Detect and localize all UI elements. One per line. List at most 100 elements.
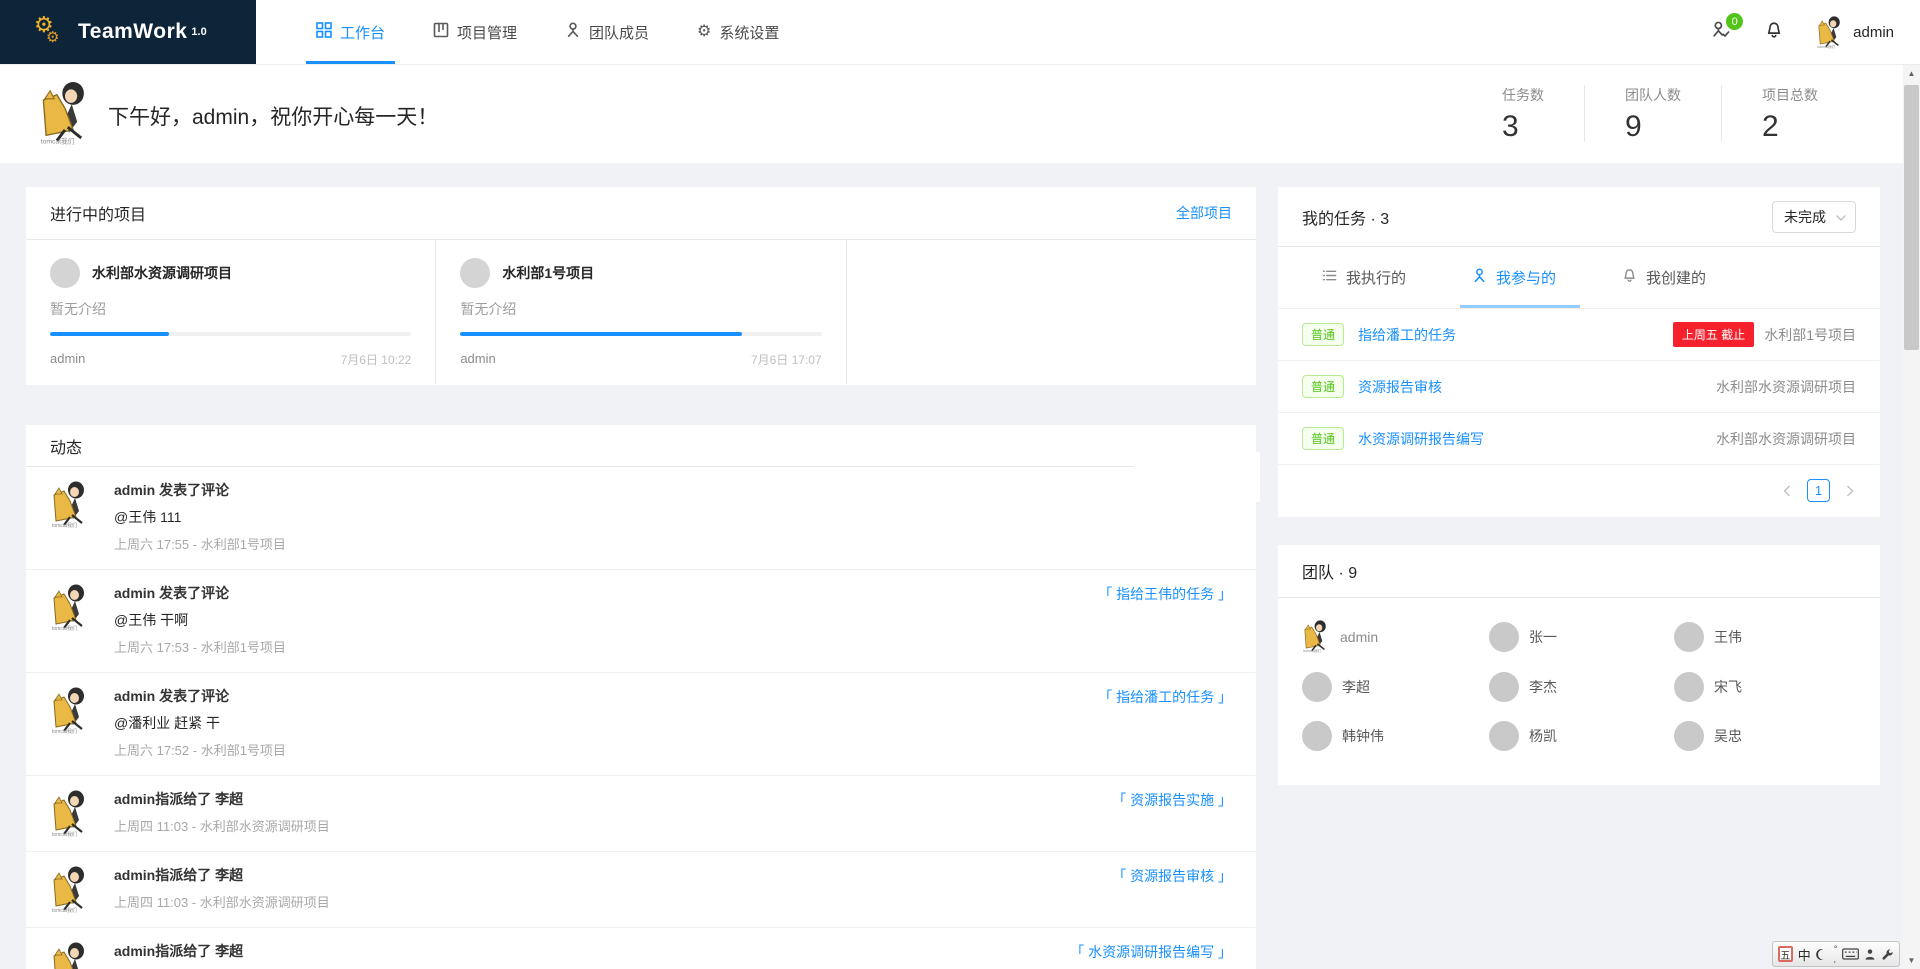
stat-label: 项目总数 bbox=[1762, 87, 1818, 103]
tab-label: 我参与的 bbox=[1496, 270, 1557, 287]
ime-toolbar: 五 中 °‚ bbox=[1772, 941, 1900, 967]
activity-task-link[interactable]: 「 指给潘工的任务 」 bbox=[1098, 687, 1232, 707]
member-name: 宋飞 bbox=[1714, 679, 1742, 695]
card-title: 进行中的项目 bbox=[50, 207, 147, 224]
chevron-down-icon bbox=[1836, 208, 1846, 226]
pagination: 1 bbox=[1278, 465, 1880, 516]
top-navbar: ⚙ ⚙ TeamWork 1.0 工作台 项目管理 团队成员 ⚙ 系统设置 0 … bbox=[0, 0, 1920, 65]
scroll-up-button[interactable]: ▲ bbox=[1903, 65, 1920, 82]
card-title: 团队 · 9 bbox=[1302, 565, 1358, 582]
project-card[interactable]: 水利部1号项目 暂无介绍 admin 7月6日 17:07 bbox=[436, 240, 847, 384]
card-title: 我的任务 · 3 bbox=[1302, 210, 1390, 228]
keyboard-icon[interactable] bbox=[1842, 948, 1859, 960]
team-member[interactable]: admin bbox=[1302, 620, 1489, 653]
team-member[interactable]: 李超 bbox=[1302, 672, 1489, 702]
project-card-empty bbox=[847, 240, 1256, 384]
team-member[interactable]: 张一 bbox=[1489, 620, 1674, 653]
activity-actor: admin指派给了 李超 bbox=[114, 943, 244, 959]
activity-actor: admin 发表了评论 bbox=[114, 688, 230, 704]
activity-meta: 上周四 11:03 - 水利部水资源调研项目 bbox=[114, 895, 330, 910]
tab-i-created[interactable]: 我创建的 bbox=[1622, 247, 1706, 308]
wrench-icon[interactable] bbox=[1881, 948, 1894, 961]
avatar bbox=[50, 790, 90, 837]
gears-logo-icon: ⚙ ⚙ bbox=[34, 12, 60, 46]
activity-task-link[interactable]: 「 指给王伟的任务 」 bbox=[1098, 584, 1232, 604]
task-link[interactable]: 资源报告审核 bbox=[1358, 377, 1442, 397]
team-member[interactable]: 韩钟伟 bbox=[1302, 721, 1489, 751]
activity-feed-card: 动态 admin 发表了评论 @王伟 111 上周六 17:55 - 水利部1号… bbox=[26, 425, 1256, 969]
team-member[interactable]: 吴忠 bbox=[1674, 721, 1880, 751]
ime-punctuation-toggle[interactable]: °‚ bbox=[1834, 944, 1838, 964]
project-card[interactable]: 水利部水资源调研项目 暂无介绍 admin 7月6日 10:22 bbox=[26, 240, 437, 384]
moon-icon[interactable] bbox=[1816, 948, 1829, 961]
task-filter-select[interactable]: 未完成 bbox=[1772, 200, 1856, 233]
project-name[interactable]: 水利部水资源调研项目 bbox=[92, 263, 232, 283]
team-member[interactable]: 杨凯 bbox=[1489, 721, 1674, 751]
page-number-button[interactable]: 1 bbox=[1807, 479, 1830, 502]
team-card: 团队 · 9 admin 张一 王伟 李超 李杰 宋飞 韩钟伟 杨凯 吴忠 bbox=[1278, 545, 1880, 785]
nav-item-projects[interactable]: 项目管理 bbox=[409, 0, 541, 64]
avatar bbox=[1816, 16, 1844, 49]
activity-actor: admin指派给了 李超 bbox=[114, 867, 244, 883]
team-member[interactable]: 李杰 bbox=[1489, 672, 1674, 702]
brand-logo[interactable]: ⚙ ⚙ TeamWork 1.0 bbox=[0, 0, 256, 64]
activity-item: admin 发表了评论 @潘利业 赶紧 干 上周六 17:52 - 水利部1号项… bbox=[26, 673, 1256, 776]
prev-page-button[interactable] bbox=[1777, 481, 1797, 501]
stat-members: 团队人数 9 bbox=[1584, 85, 1721, 142]
scroll-down-button[interactable]: ▼ bbox=[1903, 952, 1920, 969]
all-projects-link[interactable]: 全部项目 bbox=[1176, 203, 1232, 223]
kanban-icon bbox=[433, 22, 449, 42]
stat-value: 9 bbox=[1625, 110, 1642, 143]
tab-i-execute[interactable]: 我执行的 bbox=[1322, 247, 1406, 308]
workbench-page: ⚙ ⚙ TeamWork 1.0 工作台 项目管理 团队成员 ⚙ 系统设置 0 … bbox=[0, 0, 1920, 969]
task-project: 水利部1号项目 bbox=[1764, 326, 1856, 343]
scrollbar-thumb[interactable] bbox=[1904, 85, 1919, 350]
activity-meta: 上周六 17:55 - 水利部1号项目 bbox=[114, 537, 286, 552]
project-date: 7月6日 10:22 bbox=[340, 353, 412, 367]
nav-item-settings[interactable]: ⚙ 系统设置 bbox=[673, 0, 803, 64]
brand-version: 1.0 bbox=[191, 26, 207, 38]
person-icon bbox=[1472, 268, 1487, 287]
project-name[interactable]: 水利部1号项目 bbox=[502, 263, 594, 283]
tab-i-participate[interactable]: 我参与的 bbox=[1460, 247, 1581, 308]
task-link[interactable]: 指给潘工的任务 bbox=[1358, 325, 1456, 345]
avatar bbox=[1674, 721, 1704, 751]
username: admin bbox=[1853, 23, 1894, 41]
activity-task-link[interactable]: 「 水资源调研报告编写 」 bbox=[1070, 942, 1232, 962]
team-member[interactable]: 王伟 bbox=[1674, 620, 1880, 653]
nav-menu: 工作台 项目管理 团队成员 ⚙ 系统设置 bbox=[292, 0, 803, 64]
member-name: 王伟 bbox=[1714, 628, 1742, 645]
ime-language-toggle[interactable]: 中 bbox=[1798, 945, 1811, 964]
avatar bbox=[1302, 620, 1330, 653]
person-icon bbox=[565, 22, 581, 42]
notifications-button[interactable] bbox=[1762, 20, 1786, 44]
ime-wubi-key[interactable]: 五 bbox=[1778, 946, 1793, 962]
member-approval-button[interactable]: 0 bbox=[1708, 13, 1744, 44]
task-row: 普通 资源报告审核 水利部水资源调研项目 bbox=[1278, 361, 1880, 413]
user-menu[interactable]: admin bbox=[1816, 16, 1894, 49]
activity-task-link[interactable]: 「 资源报告实施 」 bbox=[1112, 790, 1232, 810]
activity-task-link[interactable]: 「 资源报告审核 」 bbox=[1112, 866, 1232, 886]
vertical-scrollbar[interactable]: ▲ ▼ bbox=[1903, 65, 1920, 969]
team-member[interactable]: 宋飞 bbox=[1674, 672, 1880, 702]
progress-bar bbox=[50, 332, 412, 336]
next-page-button[interactable] bbox=[1840, 481, 1860, 501]
white-overlay-box bbox=[1134, 452, 1260, 502]
task-link[interactable]: 水资源调研报告编写 bbox=[1358, 429, 1484, 449]
person-icon[interactable] bbox=[1864, 948, 1876, 961]
nav-item-team[interactable]: 团队成员 bbox=[541, 0, 673, 64]
card-title: 动态 bbox=[50, 439, 83, 457]
stat-label: 团队人数 bbox=[1625, 87, 1681, 103]
team-grid: admin 张一 王伟 李超 李杰 宋飞 韩钟伟 杨凯 吴忠 bbox=[1278, 598, 1880, 751]
activity-item: admin 发表了评论 @王伟 干啊 上周六 17:53 - 水利部1号项目 「… bbox=[26, 570, 1256, 673]
stats-bar: 任务数 3 团队人数 9 项目总数 2 bbox=[1462, 85, 1858, 142]
avatar bbox=[1674, 621, 1704, 652]
project-avatar bbox=[460, 258, 491, 288]
nav-item-label: 系统设置 bbox=[719, 24, 780, 42]
activity-item: admin指派给了 李超 上周四 11:03 - 水利部水资源调研项目 「 资源… bbox=[26, 776, 1256, 852]
nav-item-workbench[interactable]: 工作台 bbox=[292, 0, 409, 64]
activity-meta: 上周六 17:52 - 水利部1号项目 bbox=[114, 743, 286, 758]
project-owner: admin bbox=[460, 351, 496, 366]
grid-icon bbox=[316, 22, 332, 42]
project-desc: 暂无介绍 bbox=[50, 301, 106, 317]
